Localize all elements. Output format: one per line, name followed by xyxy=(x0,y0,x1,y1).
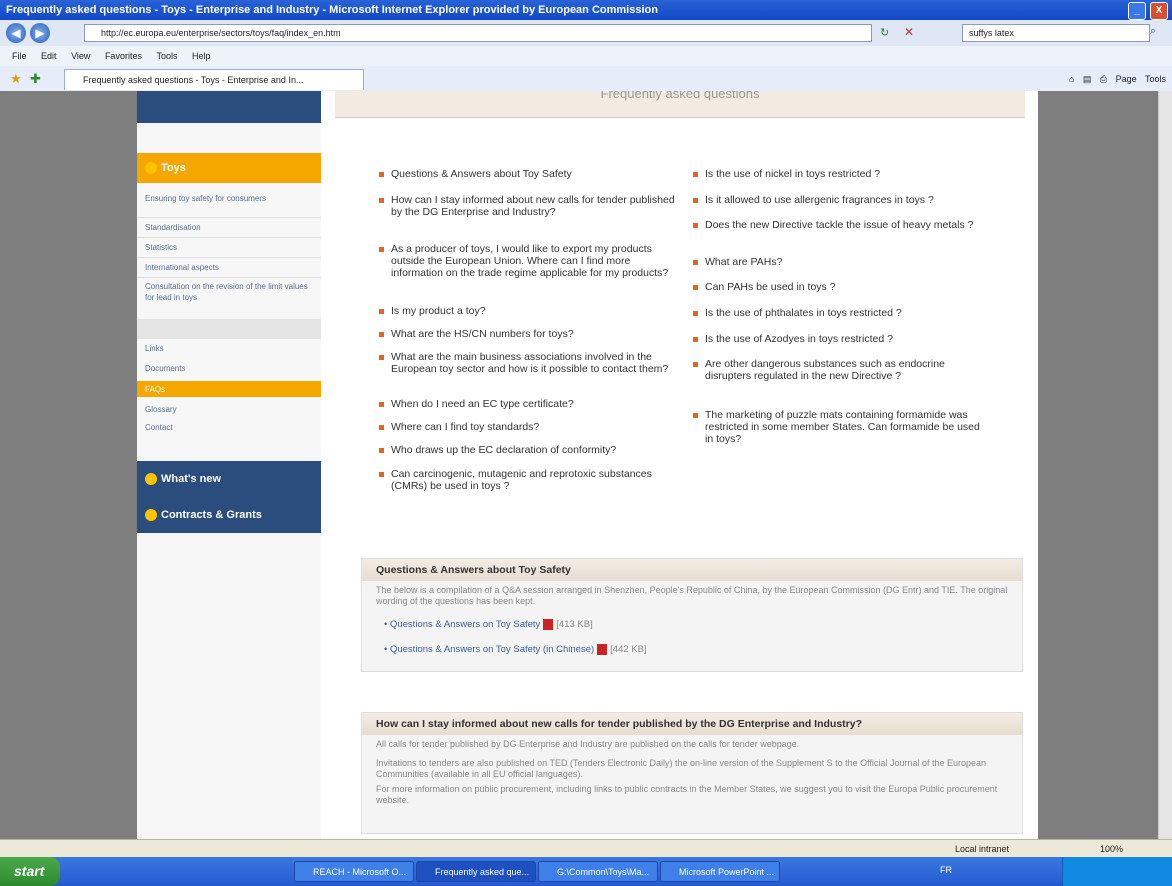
language-indicator[interactable]: FR xyxy=(940,865,952,875)
faq-link[interactable]: As a producer of toys, I would like to e… xyxy=(379,243,679,279)
faq-link[interactable]: What are PAHs? xyxy=(693,256,983,268)
divider xyxy=(137,257,321,258)
faq-link[interactable]: Can carcinogenic, mutagenic and reprotox… xyxy=(379,468,679,492)
section-text: The below is a compilation of a Q&A sess… xyxy=(376,585,1008,606)
home-icon[interactable]: ⌂ xyxy=(1069,74,1074,84)
menu-edit[interactable]: Edit xyxy=(41,51,57,61)
faq-link[interactable]: Where can I find toy standards? xyxy=(379,421,679,433)
address-toolbar: ◀ ▶ http://ec.europa.eu/enterprise/secto… xyxy=(0,20,1172,47)
command-bar: ⌂ ▤ ⎙ Page Tools xyxy=(1069,70,1166,88)
divider xyxy=(137,217,321,218)
faq-link[interactable]: Is the use of nickel in toys restricted … xyxy=(693,168,983,180)
sidebar-link-contact[interactable]: Contact xyxy=(145,422,315,433)
search-icon[interactable]: ⌕ xyxy=(1150,25,1156,38)
faq-link[interactable]: Does the new Directive tackle the issue … xyxy=(693,219,983,231)
page-heading-bar: Frequently asked questions xyxy=(335,91,1025,118)
taskbar-item-powerpoint[interactable]: Microsoft PowerPoint ... xyxy=(660,861,780,882)
menu-help[interactable]: Help xyxy=(192,51,211,61)
minimize-button[interactable]: _ xyxy=(1128,2,1146,20)
menu-bar: File Edit View Favorites Tools Help xyxy=(0,46,1172,67)
faq-link[interactable]: How can I stay informed about new calls … xyxy=(379,194,679,218)
sidebar: Toys Ensuring toy safety for consumers S… xyxy=(137,91,321,839)
faq-link[interactable]: What are the HS/CN numbers for toys? xyxy=(379,328,679,340)
faq-link[interactable]: Is my product a toy? xyxy=(379,305,679,317)
address-input[interactable]: http://ec.europa.eu/enterprise/sectors/t… xyxy=(84,24,872,42)
section-title: Questions & Answers about Toy Safety xyxy=(362,559,1022,581)
sidebar-contracts-grants[interactable]: Contracts & Grants xyxy=(137,497,321,533)
tools-menu[interactable]: Tools xyxy=(1145,74,1166,84)
main-content: Frequently asked questions Questions & A… xyxy=(321,91,1038,839)
faq-link[interactable]: Are other dangerous substances such as e… xyxy=(693,358,983,382)
section-calls-for-tender: How can I stay informed about new calls … xyxy=(361,712,1023,834)
section-title: How can I stay informed about new calls … xyxy=(362,713,1022,735)
menu-favorites[interactable]: Favorites xyxy=(105,51,142,61)
forward-icon[interactable]: ▶ xyxy=(30,23,50,43)
bullet-icon xyxy=(145,162,157,174)
bullet-icon xyxy=(145,509,157,521)
faq-link[interactable]: The marketing of puzzle mats containing … xyxy=(693,409,983,445)
pdf-icon xyxy=(597,644,608,655)
close-button[interactable]: X xyxy=(1150,2,1168,20)
faq-link[interactable]: Who draws up the EC declaration of confo… xyxy=(379,444,679,456)
sidebar-link-documents[interactable]: Documents xyxy=(145,363,315,374)
sidebar-link-faqs[interactable]: FAQs xyxy=(145,384,315,395)
sidebar-link-ensuring-safety[interactable]: Ensuring toy safety for consumers xyxy=(145,193,315,204)
sidebar-top-block xyxy=(137,91,321,123)
divider xyxy=(137,319,321,339)
taskbar-item-folder[interactable]: G:\Common\Toys\Ma... xyxy=(538,861,658,882)
divider xyxy=(137,237,321,238)
menu-tools[interactable]: Tools xyxy=(156,51,177,61)
vertical-scrollbar[interactable] xyxy=(1158,91,1172,839)
print-icon[interactable]: ⎙ xyxy=(1100,74,1107,84)
divider xyxy=(137,277,321,278)
sidebar-link-glossary[interactable]: Glossary xyxy=(145,404,315,415)
sidebar-link-statistics[interactable]: Statistics xyxy=(145,242,315,253)
page-title: Frequently asked questions xyxy=(600,91,760,101)
sidebar-link-consultation[interactable]: Consultation on the revision of the limi… xyxy=(145,281,315,303)
section-text: For more information on public procureme… xyxy=(376,784,998,805)
pdf-icon xyxy=(543,619,554,630)
start-button[interactable]: start xyxy=(0,857,60,886)
refresh-icon[interactable]: ↻ xyxy=(880,26,889,39)
sidebar-link-links[interactable]: Links xyxy=(145,343,315,354)
feeds-icon[interactable]: ▤ xyxy=(1083,74,1092,84)
add-favorite-icon[interactable]: ✚ xyxy=(30,71,41,87)
section-text: Invitations to tenders are also publishe… xyxy=(376,758,987,779)
faq-link[interactable]: Is the use of phthalates in toys restric… xyxy=(693,307,983,319)
menu-file[interactable]: File xyxy=(12,51,27,61)
search-input[interactable]: suffys latex xyxy=(962,24,1150,42)
page-menu[interactable]: Page xyxy=(1116,74,1137,84)
back-icon[interactable]: ◀ xyxy=(6,23,26,43)
tab-current[interactable]: Frequently asked questions - Toys - Ente… xyxy=(64,69,364,90)
zone-indicator: Local intranet xyxy=(955,844,1010,854)
sidebar-whats-new[interactable]: What's new xyxy=(137,461,321,497)
sidebar-toys-heading[interactable]: Toys xyxy=(137,153,321,183)
status-bar: Local intranet 100% xyxy=(0,839,1172,858)
download-link[interactable]: • Questions & Answers on Toy Safety [413 … xyxy=(384,619,593,630)
taskbar-item-ie[interactable]: Frequently asked que... xyxy=(416,861,536,882)
tab-bar: ★ ✚ Frequently asked questions - Toys - … xyxy=(0,66,1172,92)
sidebar-link-international[interactable]: International aspects xyxy=(145,262,315,273)
download-link[interactable]: • Questions & Answers on Toy Safety (in … xyxy=(384,644,647,655)
sidebar-link-standardisation[interactable]: Standardisation xyxy=(145,222,315,233)
faq-link[interactable]: Questions & Answers about Toy Safety xyxy=(379,168,679,180)
faq-link[interactable]: Can PAHs be used in toys ? xyxy=(693,281,983,293)
bullet-icon xyxy=(145,473,157,485)
window-titlebar: Frequently asked questions - Toys - Ente… xyxy=(0,0,1172,20)
section-text: All calls for tender published by DG Ent… xyxy=(376,739,800,749)
system-tray xyxy=(1062,857,1172,886)
window-title: Frequently asked questions - Toys - Ente… xyxy=(6,4,658,16)
page-viewport: Toys Ensuring toy safety for consumers S… xyxy=(0,91,1158,839)
taskbar-item-reach[interactable]: REACH - Microsoft O... xyxy=(294,861,414,882)
faq-link[interactable]: Is the use of Azodyes in toys restricted… xyxy=(693,333,983,345)
menu-view[interactable]: View xyxy=(71,51,90,61)
stop-icon[interactable]: ✕ xyxy=(904,25,914,39)
faq-link[interactable]: What are the main business associations … xyxy=(379,351,679,375)
faq-link[interactable]: Is it allowed to use allergenic fragranc… xyxy=(693,194,983,206)
zoom-control[interactable]: 100% xyxy=(1100,840,1123,858)
faq-link[interactable]: When do I need an EC type certificate? xyxy=(379,398,679,410)
favorites-star-icon[interactable]: ★ xyxy=(10,71,22,87)
section-toy-safety: Questions & Answers about Toy Safety The… xyxy=(361,558,1023,672)
taskbar: start REACH - Microsoft O... Frequently … xyxy=(0,857,1172,886)
